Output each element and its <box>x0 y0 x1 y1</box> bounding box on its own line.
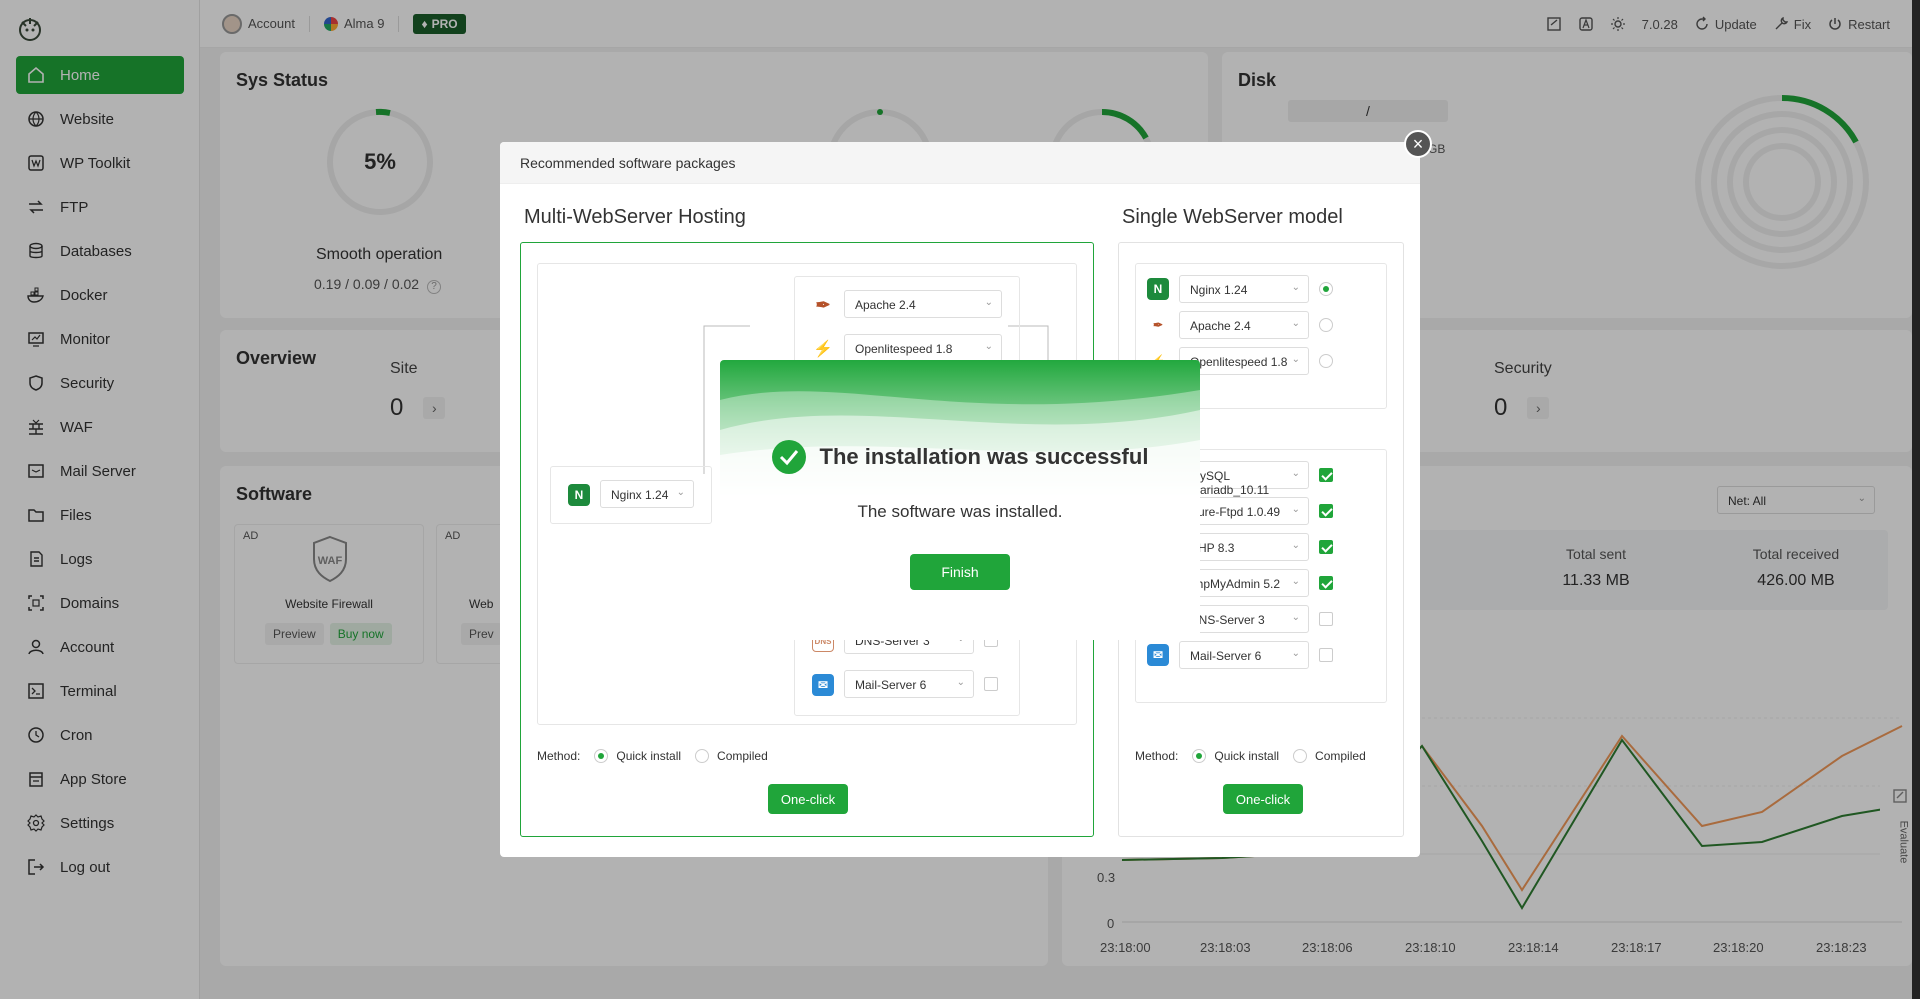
multi-webserver-title: Multi-WebServer Hosting <box>524 206 746 228</box>
compiled-label: Compiled <box>717 749 768 763</box>
select-value: Nginx 1.24 <box>611 488 669 502</box>
chevron-down-icon: ⌄ <box>1291 612 1300 623</box>
package-checkbox[interactable] <box>1319 540 1333 554</box>
multi-mail-checkbox[interactable] <box>984 677 998 691</box>
chevron-down-icon: ⌄ <box>1291 282 1300 293</box>
package-checkbox[interactable] <box>1319 648 1333 662</box>
multi-mail-select[interactable]: Mail-Server 6 ⌄ <box>844 670 974 698</box>
server-radio[interactable] <box>1319 354 1333 368</box>
select-value: phpMyAdmin 5.2 <box>1190 577 1281 591</box>
check-circle-icon <box>771 440 806 474</box>
quick-install-radio[interactable] <box>1192 749 1207 763</box>
chevron-down-icon: ⌄ <box>1291 468 1300 479</box>
success-header-waves <box>720 360 1200 500</box>
openlitespeed-icon: ⚡ <box>813 341 833 358</box>
server-radio[interactable] <box>1319 318 1333 332</box>
single-one-click-button[interactable]: One-click <box>1223 784 1303 814</box>
compiled-label: Compiled <box>1315 749 1366 763</box>
chevron-down-icon: ⌄ <box>1291 354 1300 365</box>
single-method-row: Method: Quick install Compiled <box>1135 749 1366 763</box>
mail-icon: ✉ <box>1147 644 1169 666</box>
quick-install-label: Quick install <box>1214 749 1280 763</box>
select-value: Pure-Ftpd 1.0.49 <box>1190 505 1281 519</box>
select-value: Apache 2.4 <box>855 298 916 312</box>
single-server-select[interactable]: Nginx 1.24 ⌄ <box>1179 275 1309 303</box>
select-value: Nginx 1.24 <box>1190 283 1248 297</box>
apache-feather-icon: ✒ <box>815 294 831 315</box>
nginx-icon: N <box>568 484 590 506</box>
multi-ols-select[interactable]: Openlitespeed 1.8 ⌄ <box>844 334 1002 362</box>
dialog-title: Recommended software packages <box>500 142 1420 184</box>
chevron-down-icon: ⌄ <box>984 341 993 352</box>
mail-icon: ✉ <box>812 674 834 696</box>
quick-install-radio[interactable] <box>594 749 609 763</box>
install-success-modal: The installation was successful The soft… <box>720 360 1200 640</box>
compiled-radio[interactable] <box>695 749 710 763</box>
chevron-down-icon: ⌄ <box>1291 318 1300 329</box>
multi-nginx-select[interactable]: Nginx 1.24 ⌄ <box>600 480 694 508</box>
chevron-down-icon: ⌄ <box>1291 648 1300 659</box>
chevron-down-icon: ⌄ <box>984 297 993 308</box>
close-icon[interactable]: × <box>1404 130 1432 158</box>
select-value: Apache 2.4 <box>1190 319 1251 333</box>
method-label: Method: <box>537 749 581 763</box>
server-radio[interactable] <box>1319 282 1333 296</box>
chevron-down-icon: ⌄ <box>956 677 965 688</box>
chevron-down-icon: ⌄ <box>1291 576 1300 587</box>
apache-feather-icon: ✒ <box>1152 318 1164 332</box>
compiled-radio[interactable] <box>1293 749 1308 763</box>
select-value: Openlitespeed 1.8 <box>1190 355 1288 369</box>
multi-method-row: Method: Quick install Compiled <box>537 749 768 763</box>
chevron-down-icon: ⌄ <box>676 487 685 498</box>
package-checkbox[interactable] <box>1319 468 1333 482</box>
select-value: MySQL mariadb_10.11 <box>1190 469 1270 497</box>
chevron-down-icon: ⌄ <box>1291 540 1300 551</box>
chevron-down-icon: ⌄ <box>1291 504 1300 515</box>
quick-install-label: Quick install <box>616 749 682 763</box>
package-checkbox[interactable] <box>1319 612 1333 626</box>
multi-apache-select[interactable]: Apache 2.4 ⌄ <box>844 290 1002 318</box>
select-value: DNS-Server 3 <box>1190 613 1265 627</box>
finish-button[interactable]: Finish <box>910 554 1010 590</box>
single-package-select[interactable]: Mail-Server 6 ⌄ <box>1179 641 1309 669</box>
multi-one-click-button[interactable]: One-click <box>768 784 848 814</box>
package-checkbox[interactable] <box>1319 576 1333 590</box>
nginx-icon: N <box>1147 278 1169 300</box>
select-value: Openlitespeed 1.8 <box>855 342 953 356</box>
single-server-select[interactable]: Apache 2.4 ⌄ <box>1179 311 1309 339</box>
select-value: Mail-Server 6 <box>855 678 927 692</box>
success-title-row: The installation was successful <box>720 440 1200 474</box>
method-label: Method: <box>1135 749 1179 763</box>
success-message: The software was installed. <box>857 502 1063 521</box>
success-title: The installation was successful <box>819 444 1149 469</box>
package-checkbox[interactable] <box>1319 504 1333 518</box>
select-value: Mail-Server 6 <box>1190 649 1262 663</box>
single-webserver-title: Single WebServer model <box>1122 206 1343 228</box>
